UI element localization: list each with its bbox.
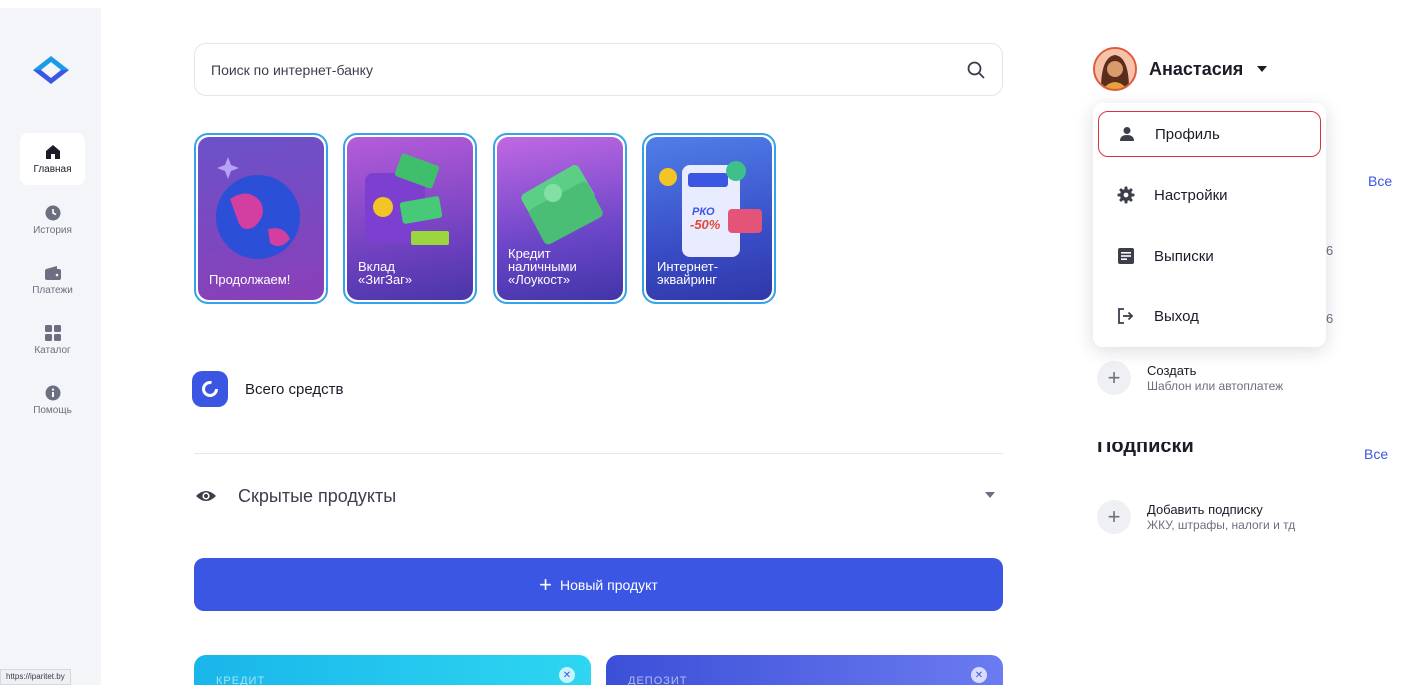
add-subscription-button[interactable]: + Добавить подписку ЖКУ, штрафы, налоги … [1097,497,1295,537]
story-title: Продолжаем! [209,272,291,287]
menu-item-logout[interactable]: Выход [1098,293,1321,339]
sidebar-item-label: Каталог [34,345,71,356]
home-icon [44,143,62,161]
story-title: Кредит наличными «Лоукост» [508,246,577,287]
story-title: Вклад «ЗигЗаг» [358,259,413,287]
sidebar-item-label: Помощь [33,405,72,416]
new-product-label: Новый продукт [560,576,658,593]
hidden-products-label: Скрытые продукты [238,485,397,506]
close-icon[interactable]: ✕ [971,667,987,683]
info-icon [44,384,62,402]
sidebar-item-payments[interactable]: Платежи [20,254,85,306]
total-funds-icon [192,371,228,407]
all-link[interactable]: Все [1368,173,1392,189]
status-url: https://iparitet.by [0,669,71,685]
eye-icon [196,491,216,501]
partial-value: 6 [1326,243,1334,258]
close-icon[interactable]: ✕ [559,667,575,683]
create-template-button[interactable]: + Создать Шаблон или автоплатеж [1097,358,1283,398]
plus-icon: + [539,571,553,597]
sidebar-item-catalog[interactable]: Каталог [20,314,85,366]
plus-icon: + [1097,500,1131,534]
new-product-button[interactable]: + Новый продукт [194,558,1003,611]
total-funds-label: Всего средств [245,380,344,398]
sidebar-item-label: Платежи [32,285,73,296]
deposit-card[interactable]: ДЕПОЗИТ ✕ [606,655,1003,685]
menu-item-label: Выход [1154,307,1199,325]
menu-item-label: Профиль [1155,125,1220,143]
user-dropdown-menu: Профиль Настройки Выписки Выход [1093,103,1326,347]
sidebar-item-label: Главная [33,164,72,175]
add-subscription-title: Добавить подписку [1147,502,1263,517]
story-card[interactable]: Кредит наличными «Лоукост» [493,133,627,304]
menu-item-profile[interactable]: Профиль [1098,111,1321,157]
user-menu-toggle[interactable]: Анастасия [1093,46,1268,92]
gear-icon [1116,185,1136,205]
avatar [1093,47,1137,91]
story-card[interactable]: Продолжаем! [194,133,328,304]
chevron-down-icon [1257,66,1268,72]
plus-icon: + [1097,361,1131,395]
menu-item-label: Выписки [1154,247,1214,265]
menu-item-statements[interactable]: Выписки [1098,233,1321,279]
hidden-products-toggle[interactable]: Скрытые продукты [194,476,1003,516]
story-title: Интернет- эквайринг [657,259,719,287]
search-input[interactable]: Поиск по интернет-банку [194,43,1003,96]
credit-card[interactable]: КРЕДИТ ✕ [194,655,591,685]
wallet-icon [44,264,62,282]
subscriptions-title: Подписки [1097,442,1194,457]
clock-icon [44,204,62,222]
menu-item-settings[interactable]: Настройки [1098,172,1321,218]
svg-text:-50%: -50% [690,217,721,232]
document-icon [1116,246,1136,266]
chevron-down-icon [985,492,995,498]
bank-logo[interactable] [33,56,69,84]
sidebar-item-label: История [33,225,72,236]
sidebar: Главная История Платежи Каталог Помощь [0,8,101,685]
create-subtitle: Шаблон или автоплатеж [1147,379,1284,393]
menu-item-label: Настройки [1154,186,1228,204]
user-name: Анастасия [1149,58,1244,79]
sidebar-item-help[interactable]: Помощь [20,374,85,426]
divider [194,453,1003,454]
story-card[interactable]: Вклад «ЗигЗаг» [343,133,477,304]
partial-value: 6 [1326,311,1334,326]
add-subscription-subtitle: ЖКУ, штрафы, налоги и тд [1147,518,1296,532]
search-placeholder: Поиск по интернет-банку [211,61,373,78]
logout-icon [1116,306,1136,326]
story-card[interactable]: РКО -50% Интернет- эквайринг [642,133,776,304]
card-label: ДЕПОЗИТ [628,675,688,685]
total-funds[interactable]: Всего средств [192,367,432,411]
subscriptions-all-link[interactable]: Все [1364,446,1388,462]
card-label: КРЕДИТ [216,675,266,685]
grid-icon [44,324,62,342]
create-title: Создать [1147,363,1197,378]
search-icon[interactable] [966,60,986,80]
person-icon [1117,124,1137,144]
sidebar-item-history[interactable]: История [20,194,85,246]
sidebar-item-home[interactable]: Главная [20,133,85,185]
